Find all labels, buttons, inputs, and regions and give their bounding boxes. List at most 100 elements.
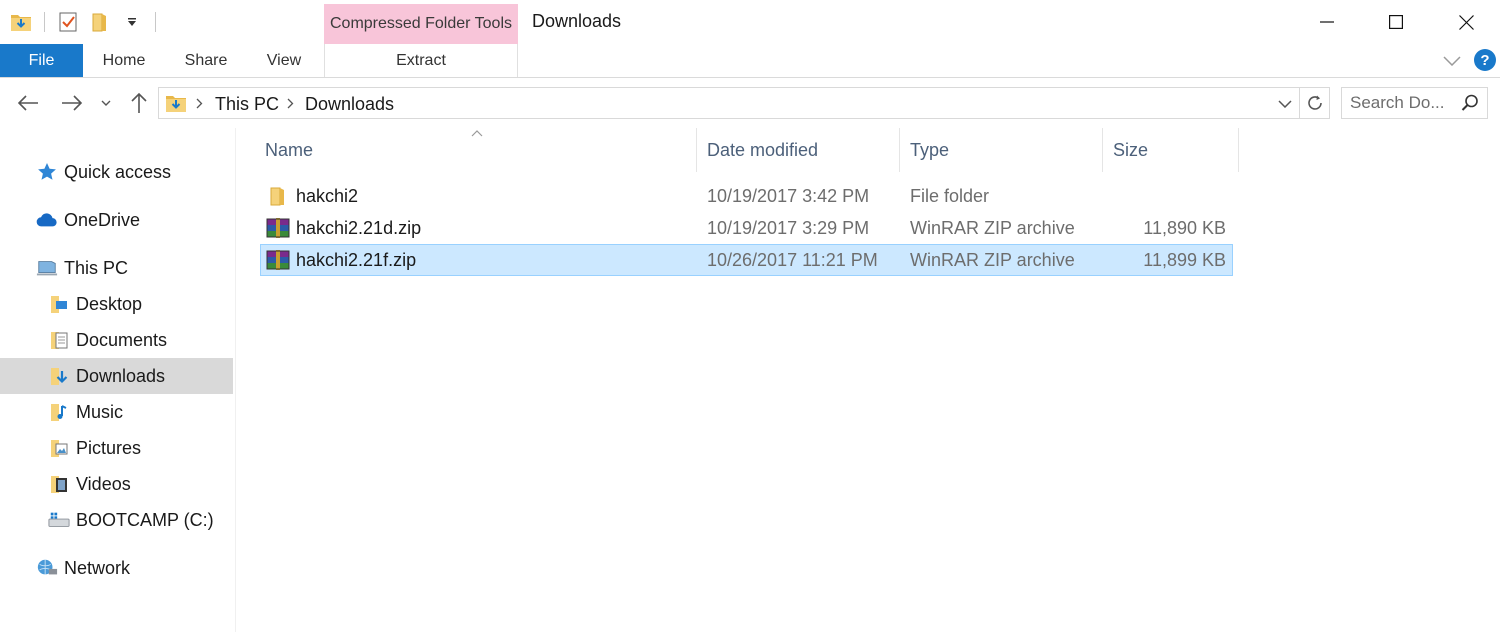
sidebar-item-documents[interactable]: Documents [0, 322, 233, 358]
breadcrumb-this-pc[interactable]: This PC [215, 94, 279, 115]
toolbar-separator [155, 12, 156, 32]
up-button[interactable] [124, 88, 154, 118]
breadcrumb-chevron-icon[interactable] [284, 96, 296, 110]
minimize-icon [1320, 21, 1334, 23]
search-icon[interactable] [1461, 94, 1479, 117]
file-type: WinRAR ZIP archive [910, 250, 1075, 270]
window-title: Downloads [532, 11, 622, 31]
sidebar-item-onedrive[interactable]: OneDrive [0, 202, 233, 238]
file-size: 11,899 KB [1143, 250, 1226, 270]
column-header-size[interactable]: Size [1103, 128, 1239, 172]
breadcrumb-downloads[interactable]: Downloads [305, 94, 394, 115]
sidebar-item-videos[interactable]: Videos [0, 466, 233, 502]
file-row-hakchi2-folder[interactable]: hakchi2 10/19/2017 3:42 PM File folder [260, 180, 1233, 212]
toolbar-separator [44, 12, 45, 32]
tab-extract[interactable]: Extract [324, 44, 518, 77]
downloads-folder-icon [165, 93, 187, 118]
close-button[interactable] [1431, 0, 1500, 44]
navigation-pane: Quick access OneDrive This PC Desktop Do… [0, 128, 236, 632]
back-button[interactable] [12, 88, 44, 118]
file-row-hakchi2-21d-zip[interactable]: hakchi2.21d.zip 10/19/2017 3:29 PM WinRA… [260, 212, 1233, 244]
downloads-folder-icon [48, 365, 70, 387]
refresh-button[interactable] [1300, 87, 1330, 119]
sidebar-item-music[interactable]: Music [0, 394, 233, 430]
breadcrumb-chevron-icon[interactable] [193, 96, 205, 110]
downloads-folder-icon[interactable] [8, 9, 34, 35]
drive-icon [48, 509, 70, 531]
tab-home[interactable]: Home [92, 44, 156, 77]
winrar-archive-icon [265, 216, 291, 240]
sidebar-item-quick-access[interactable]: Quick access [0, 154, 233, 190]
desktop-folder-icon [48, 293, 70, 315]
file-date-modified: 10/19/2017 3:42 PM [707, 186, 870, 206]
address-bar[interactable]: This PC Downloads [158, 87, 1300, 119]
sidebar-item-label: Music [76, 401, 124, 422]
tab-file[interactable]: File [0, 44, 83, 77]
music-folder-icon [48, 401, 70, 423]
sidebar-item-label: Documents [76, 329, 168, 350]
sidebar-item-label: Quick access [64, 161, 172, 182]
file-size: 11,890 KB [1143, 218, 1226, 238]
pictures-folder-icon [48, 437, 70, 459]
sidebar-item-label: Pictures [76, 437, 142, 458]
sidebar-item-this-pc[interactable]: This PC [0, 250, 233, 286]
recent-locations-button[interactable] [96, 88, 116, 118]
folder-icon [265, 184, 291, 208]
documents-folder-icon [48, 329, 70, 351]
sidebar-item-label: Downloads [76, 365, 166, 386]
maximize-icon [1389, 15, 1403, 29]
file-type: WinRAR ZIP archive [910, 218, 1075, 238]
sidebar-item-label: OneDrive [64, 209, 141, 230]
minimize-button[interactable] [1292, 0, 1362, 44]
maximize-button[interactable] [1361, 0, 1431, 44]
expand-ribbon-button[interactable] [1440, 50, 1464, 72]
tab-view[interactable]: View [256, 44, 312, 77]
file-date-modified: 10/26/2017 11:21 PM [707, 250, 878, 270]
sidebar-item-downloads[interactable]: Downloads [0, 358, 233, 394]
star-icon [36, 161, 58, 183]
winrar-archive-icon [265, 248, 291, 272]
ribbon-tabs: File Home Share View Extract ? [0, 44, 1500, 78]
new-folder-icon[interactable] [87, 9, 113, 35]
sidebar-item-desktop[interactable]: Desktop [0, 286, 233, 322]
help-button[interactable]: ? [1474, 49, 1496, 71]
videos-folder-icon [48, 473, 70, 495]
arrow-left-icon [17, 95, 38, 111]
file-list: Name Date modified Type Size hakchi2 10/… [237, 128, 1500, 632]
navigation-bar: This PC Downloads [0, 78, 1500, 128]
context-tab-group-label: Compressed Folder Tools [324, 4, 518, 44]
quick-access-toolbar [8, 8, 160, 36]
search-box[interactable] [1341, 87, 1488, 119]
computer-icon [36, 257, 58, 279]
column-header-type[interactable]: Type [900, 128, 1103, 172]
file-name: hakchi2.21f.zip [296, 250, 417, 270]
close-icon [1458, 14, 1474, 30]
chevron-down-icon [1443, 56, 1461, 66]
title-bar: Compressed Folder Tools Downloads [0, 0, 1500, 44]
arrow-up-icon [131, 92, 147, 113]
cloud-icon [36, 209, 58, 231]
file-name: hakchi2 [296, 186, 359, 206]
file-name: hakchi2.21d.zip [296, 218, 422, 238]
customize-toolbar-icon[interactable] [119, 9, 145, 35]
chevron-down-icon [1278, 100, 1292, 108]
sidebar-item-network[interactable]: Network [0, 550, 233, 586]
arrow-right-icon [62, 95, 83, 111]
sidebar-item-label: BOOTCAMP (C:) [76, 509, 214, 530]
sidebar-item-label: This PC [64, 257, 129, 278]
file-type: File folder [910, 186, 990, 206]
sidebar-item-pictures[interactable]: Pictures [0, 430, 233, 466]
file-date-modified: 10/19/2017 3:29 PM [707, 218, 870, 238]
address-history-button[interactable] [1275, 95, 1295, 113]
sidebar-item-label: Videos [76, 473, 131, 494]
forward-button[interactable] [56, 88, 88, 118]
column-header-date-modified[interactable]: Date modified [697, 128, 900, 172]
tab-share[interactable]: Share [176, 44, 236, 77]
refresh-icon [1307, 95, 1322, 110]
sidebar-item-bootcamp-drive[interactable]: BOOTCAMP (C:) [0, 502, 233, 538]
sidebar-item-label: Network [64, 557, 131, 578]
column-header-name[interactable]: Name [237, 128, 697, 172]
file-row-hakchi2-21f-zip[interactable]: hakchi2.21f.zip 10/26/2017 11:21 PM WinR… [260, 244, 1233, 276]
properties-icon[interactable] [55, 9, 81, 35]
search-input[interactable] [1350, 93, 1458, 113]
